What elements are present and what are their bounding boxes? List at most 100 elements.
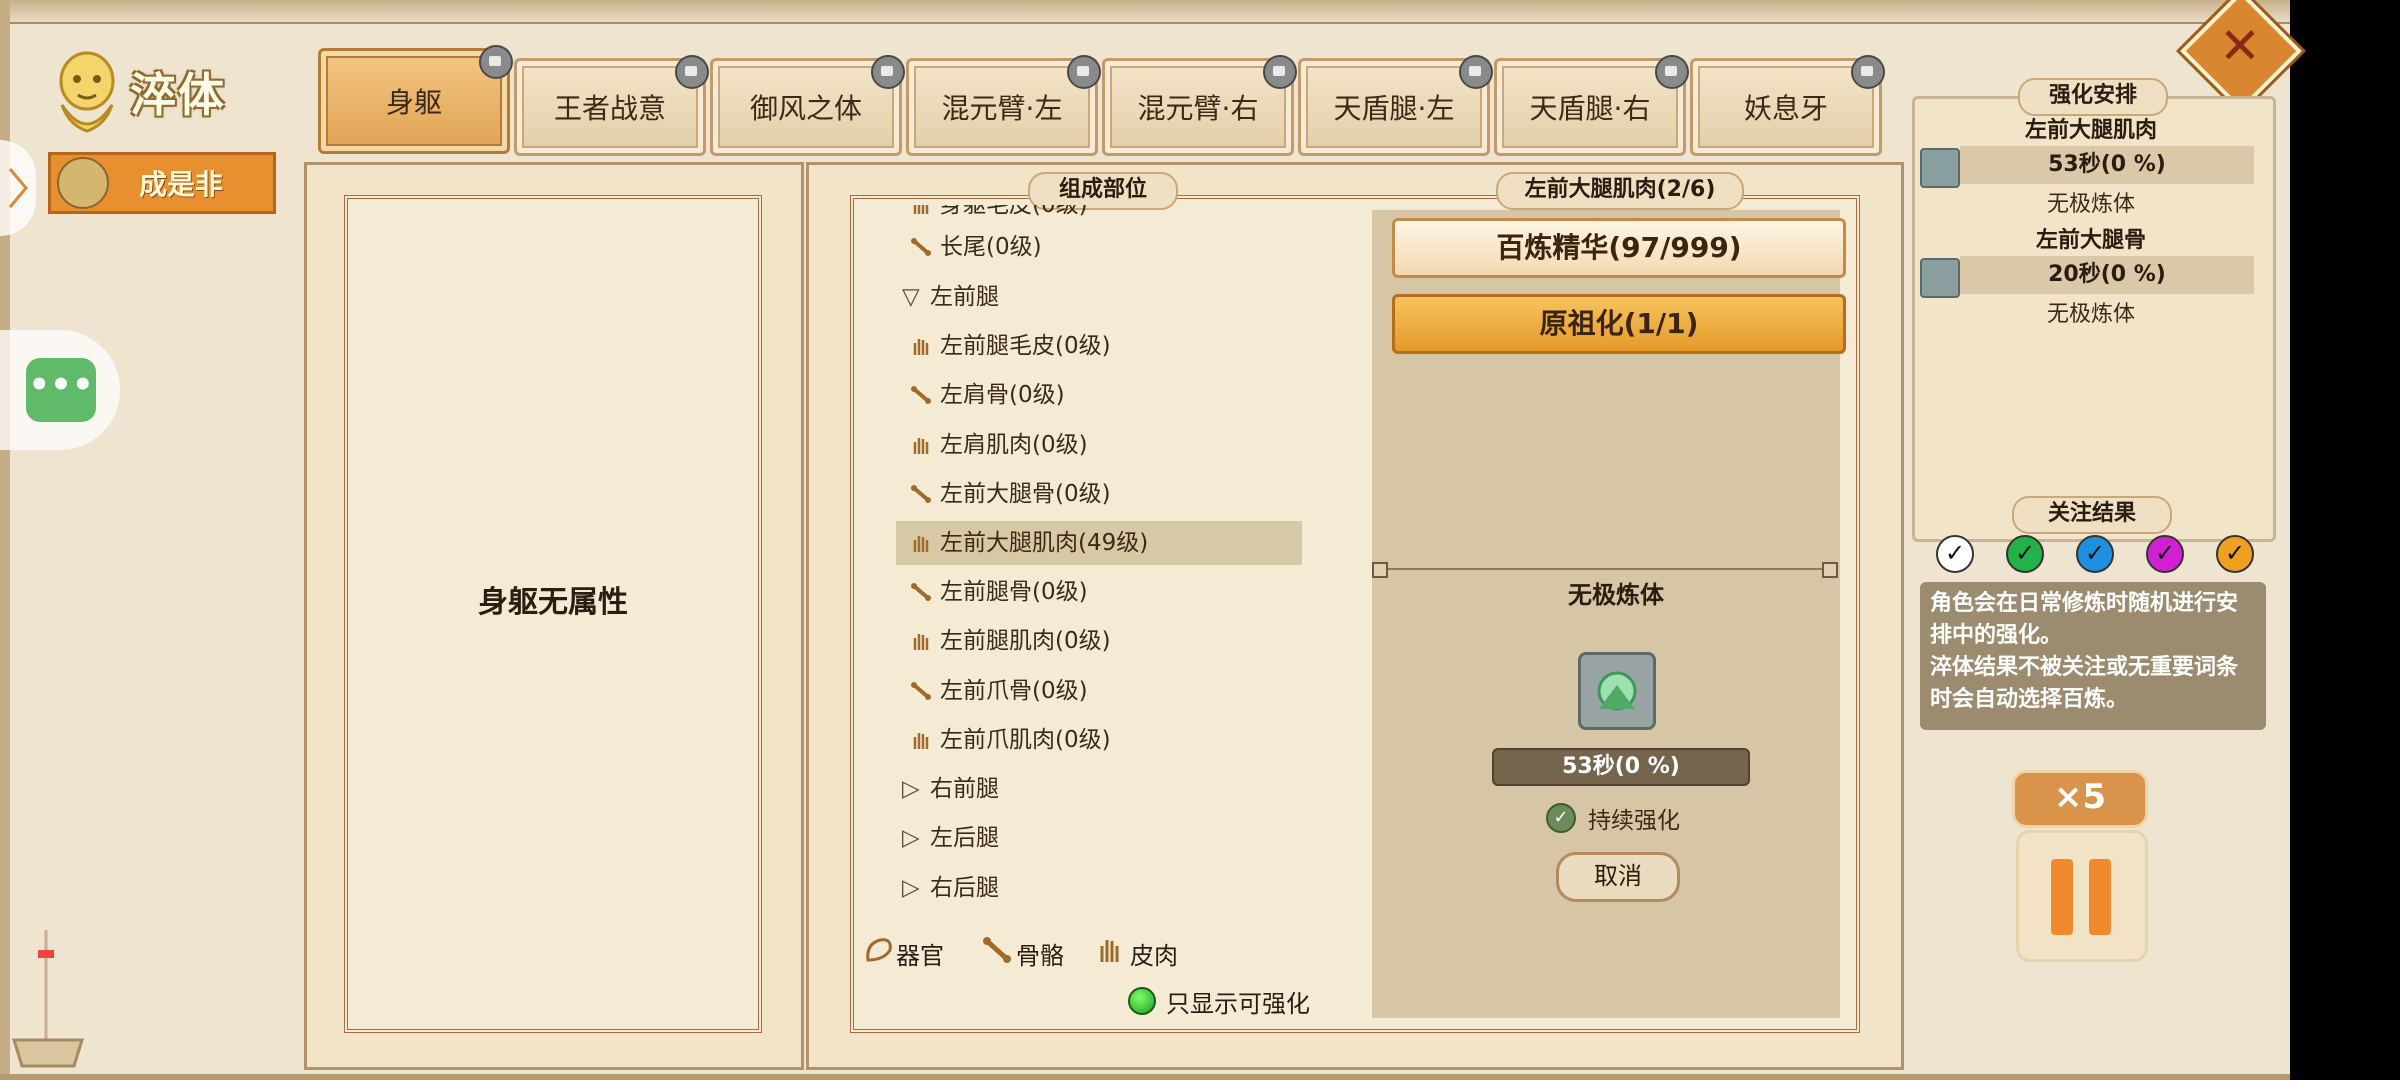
ancestral-button[interactable]: 原祖化(1/1) [1392, 294, 1846, 354]
tab-label: 身躯 [385, 86, 442, 119]
chevron-right-icon [8, 168, 28, 208]
skin-icon [913, 634, 929, 650]
collapsed-triangle-icon: ▷ [902, 825, 920, 851]
refine-body-icon[interactable] [1578, 652, 1656, 730]
only-show-upgradable-toggle[interactable]: 只显示可强化 [1128, 984, 1310, 1018]
skin-icon [913, 536, 929, 552]
expanded-triangle-icon: ▽ [902, 284, 920, 310]
check-icon: ✓ [1546, 803, 1576, 833]
tab-leg-right[interactable]: 天盾腿·右 [1494, 55, 1689, 156]
more-menu-button[interactable]: ••• [26, 358, 96, 422]
arrangement-label: 强化安排 [2018, 78, 2168, 116]
bone-icon [911, 682, 931, 700]
tree-item[interactable]: 左肩骨(0级) [858, 373, 1298, 417]
hint-text: 角色会在日常修炼时随机进行安排中的强化。 淬体结果不被关注或无重要词条时会自动选… [1920, 582, 2266, 730]
lock-icon [479, 45, 513, 79]
speed-button[interactable]: ×5 [2012, 770, 2148, 828]
queue-item-progress: 53秒(0 %) [1960, 146, 2254, 184]
tab-label: 王者战意 [553, 92, 666, 125]
tree-item[interactable]: 左前腿肌肉(0级) [858, 619, 1298, 663]
tree-group[interactable]: ▷ 右后腿 [858, 866, 1298, 910]
pause-icon [2051, 859, 2073, 935]
tab-label: 天盾腿·右 [1529, 92, 1651, 125]
legend: 器官 骨骼 皮肉 [860, 930, 1320, 970]
close-icon[interactable]: ✕ [2212, 18, 2268, 74]
tree-item[interactable]: 长尾(0级) [858, 225, 1298, 269]
keep-upgrading-toggle[interactable]: ✓ 持续强化 [1546, 800, 1680, 836]
toggle-on-icon [1128, 987, 1156, 1015]
skin-icon [913, 438, 929, 454]
tree-group[interactable]: ▽ 左前腿 [858, 275, 1298, 319]
queue-item-icon[interactable] [1920, 258, 1960, 298]
tree-item[interactable]: 身躯毛皮(0级) [858, 205, 1298, 227]
lock-icon [1459, 55, 1493, 89]
essence-button[interactable]: 百炼精华(97/999) [1392, 218, 1846, 278]
detail-section-label: 左前大腿肌肉(2/6) [1496, 172, 1744, 210]
focus-white-checkbox[interactable]: ✓ [1936, 535, 1974, 573]
keep-upgrading-label: 持续强化 [1588, 808, 1680, 834]
tab-demon-fang[interactable]: 妖息牙 [1690, 55, 1885, 156]
lock-icon [675, 55, 709, 89]
focus-filter-row: ✓ ✓ ✓ ✓ ✓ [1920, 532, 2270, 576]
tree-item[interactable]: 左前大腿骨(0级) [858, 472, 1298, 516]
tab-arm-right[interactable]: 混元臂·右 [1102, 55, 1297, 156]
lock-icon [1851, 55, 1885, 89]
tab-label: 混元臂·右 [1137, 92, 1259, 125]
pause-icon [2089, 859, 2111, 935]
tree-group[interactable]: ▷ 左后腿 [858, 816, 1298, 860]
page-header: 淬体 [50, 42, 226, 142]
page-title: 淬体 [130, 68, 226, 122]
focus-orange-checkbox[interactable]: ✓ [2216, 535, 2254, 573]
tab-label: 天盾腿·左 [1333, 92, 1455, 125]
focus-purple-checkbox[interactable]: ✓ [2146, 535, 2184, 573]
expand-side-button[interactable] [0, 140, 36, 236]
tree-item[interactable]: 左前腿骨(0级) [858, 570, 1298, 614]
tab-leg-left[interactable]: 天盾腿·左 [1298, 55, 1493, 156]
tab-body[interactable]: 身躯 [318, 45, 513, 154]
bone-icon [911, 386, 931, 404]
queue-item-progress: 20秒(0 %) [1960, 256, 2254, 294]
detail-title: 无极炼体 [1568, 581, 1664, 609]
bone-icon [911, 485, 931, 503]
queue-item-sub: 无极炼体 [2046, 192, 2135, 217]
tree-group[interactable]: ▷ 右前腿 [858, 767, 1298, 811]
tab-arm-left[interactable]: 混元臂·左 [906, 55, 1101, 156]
no-attributes-text: 身躯无属性 [478, 585, 628, 620]
incense-burner-icon [11, 930, 85, 1068]
lock-icon [1655, 55, 1689, 89]
green-orb-icon [1597, 671, 1637, 711]
tab-wind-body[interactable]: 御风之体 [710, 55, 905, 156]
only-show-label: 只显示可强化 [1166, 989, 1310, 1018]
character-card[interactable]: 成是非 [48, 152, 276, 214]
bone-icon [911, 583, 931, 601]
tab-label: 御风之体 [749, 92, 862, 125]
tree-item[interactable]: 左前腿毛皮(0级) [858, 324, 1298, 368]
character-name: 成是非 [139, 168, 224, 201]
queue-item-heading: 左前大腿骨 [2035, 228, 2146, 253]
pause-button[interactable] [2016, 830, 2148, 962]
cancel-button[interactable]: 取消 [1556, 852, 1680, 902]
bone-icon [911, 238, 931, 256]
focus-green-checkbox[interactable]: ✓ [2006, 535, 2044, 573]
queue-item-icon[interactable] [1920, 148, 1960, 188]
divider [1380, 568, 1830, 570]
queue-item-heading: 左前大腿肌肉 [2024, 118, 2157, 143]
legend-organ: 器官 [896, 942, 944, 970]
tree-item[interactable]: 左肩肌肉(0级) [858, 423, 1298, 467]
tree-item[interactable]: 左前爪骨(0级) [858, 669, 1298, 713]
organ-icon [866, 938, 892, 962]
bottom-frame [0, 1074, 2290, 1080]
lock-icon [871, 55, 905, 89]
component-tree[interactable]: 身躯毛皮(0级) 长尾(0级) ▽ 左前腿 左前腿毛皮(0级) 左肩骨(0级) 左… [858, 205, 1318, 917]
focus-results-label: 关注结果 [2012, 496, 2172, 534]
tree-item-selected[interactable]: 左前大腿肌肉(49级) [896, 521, 1302, 565]
focus-blue-checkbox[interactable]: ✓ [2076, 535, 2114, 573]
lock-icon [1067, 55, 1101, 89]
screen-edge [2290, 0, 2400, 1080]
collapsed-triangle-icon: ▷ [902, 875, 920, 901]
skin-icon [913, 733, 929, 749]
tree-item[interactable]: 左前爪肌肉(0级) [858, 718, 1298, 762]
progress-bar: 53秒(0 %) [1492, 748, 1750, 786]
legend-bone: 骨骼 [1016, 942, 1064, 970]
tab-king-will[interactable]: 王者战意 [514, 55, 709, 156]
